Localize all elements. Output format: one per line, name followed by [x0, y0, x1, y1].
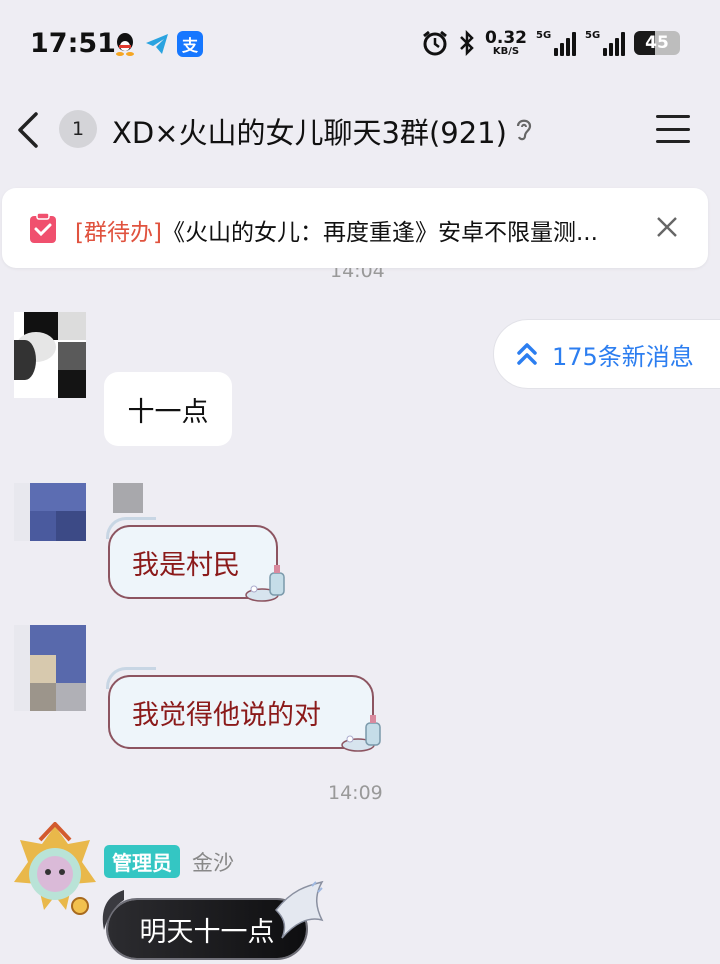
alipay-icon: 支 [177, 31, 203, 57]
status-time: 17:51 [30, 28, 116, 59]
chat-header: 1 XD×火山的女儿聊天3群(921) [0, 88, 720, 174]
todo-clipboard-icon [30, 212, 56, 243]
avatar[interactable] [14, 483, 86, 569]
alarm-icon [423, 30, 447, 56]
timestamp: 14:09 [328, 782, 383, 804]
group-todo-banner[interactable]: [群待办]《火山的女儿：再度重逢》安卓不限量测... [2, 188, 708, 268]
sender-name[interactable]: 金沙 [192, 847, 234, 877]
soap-bottle-icon [245, 565, 285, 602]
telegram-icon [144, 31, 170, 57]
wing-decoration-icon [102, 890, 124, 930]
message-text: 我是村民 [132, 549, 240, 581]
message-bubble[interactable]: 十一点 [104, 372, 232, 446]
message-text: 我觉得他说的对 [132, 699, 321, 731]
unread-badge[interactable]: 1 [59, 110, 97, 148]
qq-icon [112, 31, 138, 57]
menu-icon [656, 115, 690, 118]
status-bar: 17:51 支 0.32 KB/S 5G 5G 45 [0, 0, 720, 88]
bubble-decoration [106, 667, 156, 689]
avatar[interactable] [10, 822, 100, 922]
net-speed: 0.32 KB/S [485, 27, 527, 57]
wing-decoration-icon [274, 880, 324, 939]
avatar[interactable] [14, 625, 86, 711]
new-messages-button[interactable]: 175条新消息 [493, 319, 720, 389]
back-arrow-icon [18, 112, 38, 148]
menu-button[interactable] [656, 112, 690, 146]
close-icon[interactable] [656, 216, 678, 238]
admin-role-tag: 管理员 [104, 845, 180, 878]
signal-icon-1: 5G [536, 30, 576, 56]
back-button[interactable] [8, 108, 48, 152]
nickname-placeholder [113, 483, 143, 513]
earpiece-mode-icon[interactable] [513, 115, 535, 143]
message-bubble[interactable]: 我是村民 [106, 517, 285, 602]
soap-bottle-icon [341, 715, 381, 752]
chat-title[interactable]: XD×火山的女儿聊天3群(921) [112, 110, 507, 152]
double-chevron-up-icon [517, 343, 537, 365]
message-bubble[interactable]: 我觉得他说的对 [106, 667, 381, 752]
battery-icon: 45 [634, 31, 680, 55]
signal-icon-2: 5G [585, 30, 625, 56]
avatar[interactable] [14, 312, 86, 398]
todo-text: [群待办]《火山的女儿：再度重逢》安卓不限量测... [75, 220, 598, 246]
bubble-decoration [106, 517, 156, 539]
bluetooth-icon [460, 29, 474, 57]
